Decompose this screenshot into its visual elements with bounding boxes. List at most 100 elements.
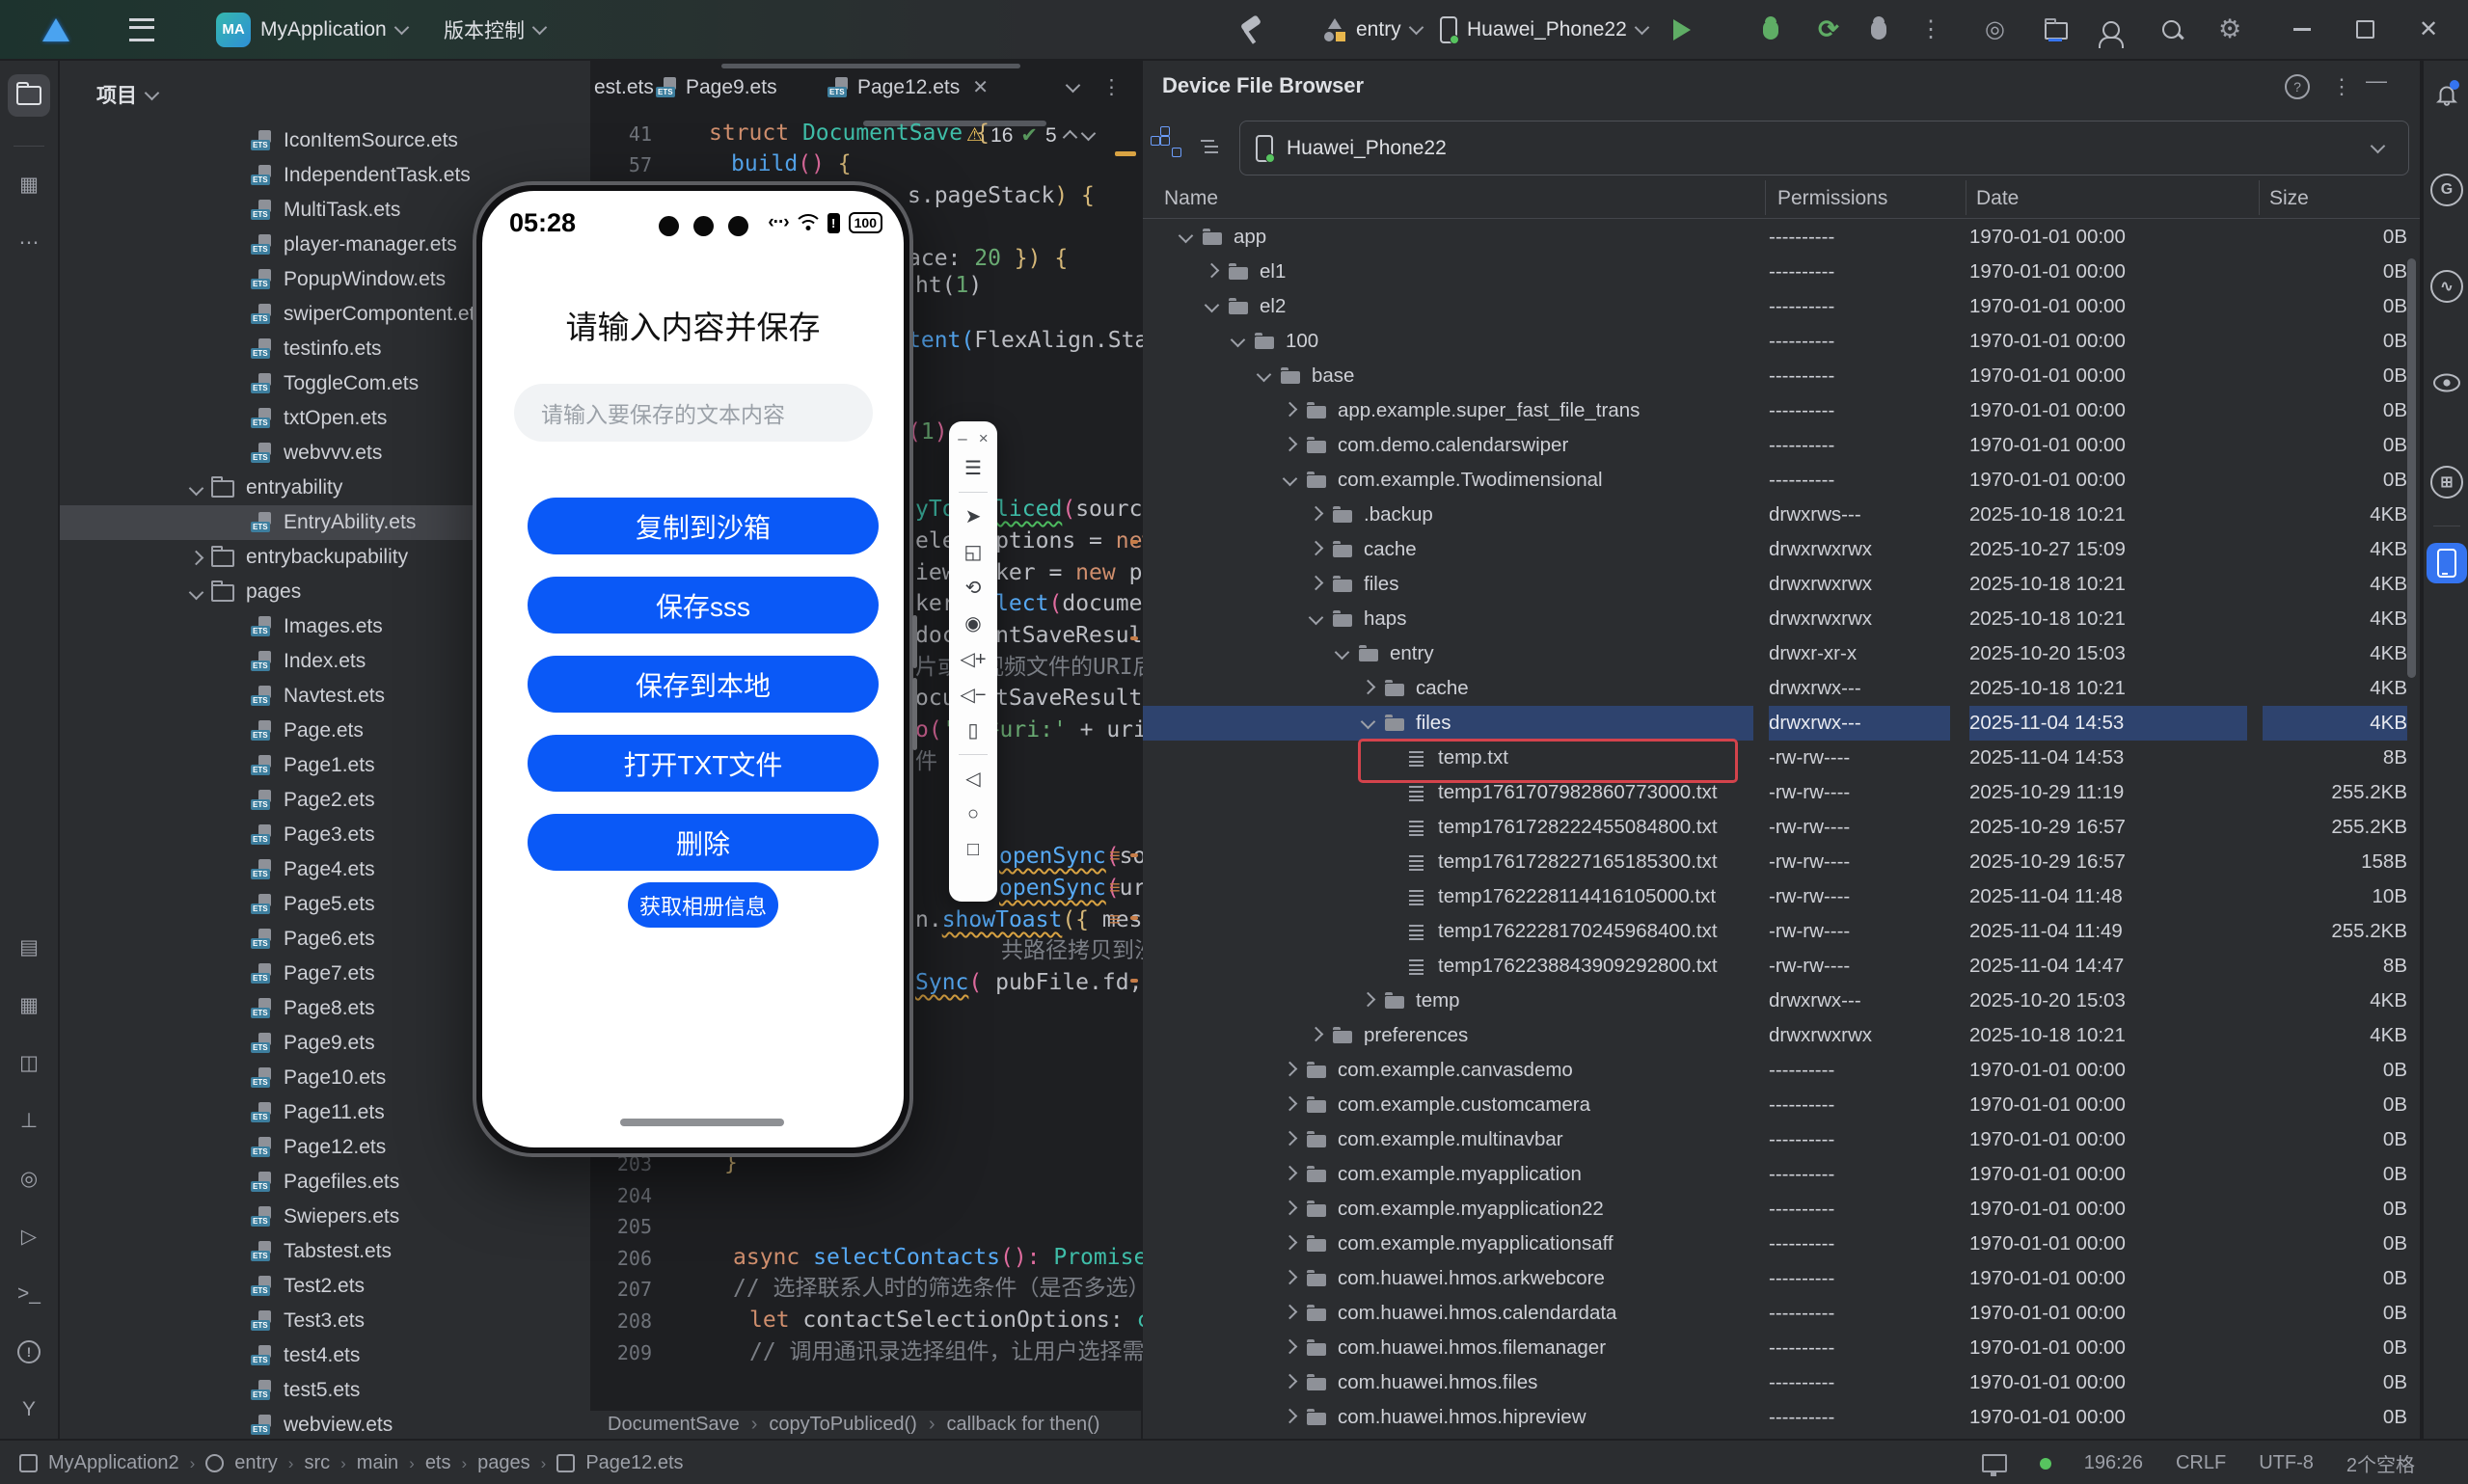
restore-window-button[interactable] — [2356, 0, 2374, 59]
annotation-icon[interactable]: ≡ — [1109, 877, 1121, 900]
status-crumb[interactable]: entry — [234, 1452, 277, 1474]
status-crumb[interactable]: ets — [425, 1452, 451, 1474]
minimize-icon[interactable]: – — [958, 429, 966, 448]
tree-file-row[interactable]: IconItemSource.ets — [60, 123, 590, 158]
dfb-folder-row[interactable]: cache drwxrwx--- 2025-10-18 10:21 4KB — [1143, 671, 2412, 706]
dfb-folder-row[interactable]: com.example.Twodimensional ---------- 1970… — [1143, 463, 2412, 498]
menu-icon[interactable]: ☰ — [964, 450, 982, 486]
code-line[interactable]: // 选择联系人时的筛选条件（是否多选） — [733, 1276, 1151, 1301]
chevron-right-icon[interactable] — [1282, 1061, 1298, 1076]
dfb-folder-row[interactable]: com.example.multinavbar ---------- 1970-01… — [1143, 1122, 2412, 1157]
hide-panel-icon[interactable]: — — [2366, 68, 2387, 94]
status-crumb[interactable]: src — [304, 1452, 330, 1474]
code-line[interactable]: n.showToast({ messa — [915, 907, 1169, 932]
chevron-right-icon[interactable] — [1308, 575, 1324, 590]
dfb-file-row[interactable]: temp1761728227165185300.txt -rw-rw---- 202… — [1143, 845, 2412, 879]
dfb-file-row[interactable]: temp1761728222455084800.txt -rw-rw---- 202… — [1143, 810, 2412, 845]
back-icon[interactable]: ◁ — [965, 761, 980, 796]
structure-tool-icon[interactable]: ▦ — [8, 163, 50, 205]
run-icon[interactable]: ▷ — [8, 1215, 50, 1257]
home-indicator[interactable] — [620, 1119, 784, 1126]
code-line[interactable]: ace: 20 }) { — [908, 246, 1068, 271]
volume-down-icon[interactable]: ◁− — [960, 677, 986, 713]
stripe-mark[interactable] — [1130, 540, 1138, 544]
packages-icon[interactable]: ◫ — [8, 1041, 50, 1084]
stripe-mark[interactable] — [1130, 979, 1138, 983]
rerun-button[interactable]: ⟳ — [1818, 0, 1839, 59]
search-everywhere-button[interactable] — [2162, 0, 2184, 59]
tree-file-row[interactable]: test5.ets — [60, 1373, 590, 1408]
chevron-right-icon[interactable] — [1204, 262, 1220, 278]
prev-problem-icon[interactable] — [1062, 129, 1077, 146]
chevron-right-icon[interactable] — [1282, 1165, 1298, 1180]
project-selector[interactable]: MA MyApplication — [216, 0, 410, 59]
debug-button[interactable] — [1763, 0, 1778, 59]
get-album-info-button[interactable]: 获取相册信息 — [628, 882, 778, 928]
dfb-folder-row[interactable]: files drwxrwxrwx 2025-10-18 10:21 4KB — [1143, 567, 2412, 602]
dfb-folder-row[interactable]: com.demo.calendarswiper ---------- 1970-01… — [1143, 428, 2412, 463]
chevron-right-icon[interactable] — [1360, 991, 1376, 1007]
close-icon[interactable]: × — [979, 429, 989, 448]
dfb-file-row[interactable]: temp1761707982860773000.txt -rw-rw---- 202… — [1143, 775, 2412, 810]
dfb-scrollbar[interactable] — [2407, 258, 2416, 678]
dfb-folder-row[interactable]: cache drwxrwxrwx 2025-10-27 15:09 4KB — [1143, 532, 2412, 567]
code-line[interactable]: tent(FlexAlign.Star — [908, 328, 1161, 353]
profile-button[interactable] — [2099, 0, 2124, 59]
tree-file-row[interactable]: webview.ets — [60, 1408, 590, 1439]
module-selector[interactable]: entry — [1323, 0, 1424, 59]
tab-close-icon[interactable]: ✕ — [972, 75, 989, 99]
inspections-widget[interactable]: ⚠ 16 ✔ 5 — [966, 123, 1096, 148]
vcs-menu-button[interactable]: 版本控制 — [444, 0, 548, 59]
dfb-folder-row[interactable]: app ---------- 1970-01-01 00:00 0B — [1143, 220, 2412, 255]
hub-icon[interactable]: ⊞ — [2428, 464, 2465, 500]
stripe-mark[interactable] — [1115, 151, 1136, 156]
dfb-folder-row[interactable]: entry drwxr-xr-x 2025-10-20 15:03 4KB — [1143, 636, 2412, 671]
project-panel-header[interactable]: 项目 — [96, 80, 160, 109]
dfb-file-row[interactable]: temp.txt -rw-rw---- 2025-11-04 14:53 8B — [1143, 741, 2412, 775]
tree-file-row[interactable]: Swiepers.ets — [60, 1200, 590, 1234]
tree-file-row[interactable]: Test3.ets — [60, 1304, 590, 1338]
tab-options-icon[interactable]: ⋮ — [1101, 61, 1122, 114]
line-ending[interactable]: CRLF — [2176, 1452, 2226, 1474]
chevron-right-icon[interactable] — [1282, 1130, 1298, 1146]
dfb-file-row[interactable]: temp1762238843909292800.txt -rw-rw---- 202… — [1143, 949, 2412, 984]
chevron-down-icon[interactable] — [1204, 297, 1220, 312]
dfb-device-selector[interactable]: Huawei_Phone22 — [1239, 121, 2409, 175]
copy-to-sandbox-button[interactable]: 复制到沙箱 — [528, 498, 879, 554]
chevron-right-icon[interactable] — [188, 550, 204, 565]
code-line[interactable]: ht(1) — [915, 273, 982, 298]
chevron-right-icon[interactable] — [1282, 1373, 1298, 1389]
next-problem-icon[interactable] — [1080, 125, 1096, 142]
breadcrumb-item[interactable]: callback for then() — [947, 1414, 1100, 1436]
delete-button[interactable]: 删除 — [528, 814, 879, 871]
device-file-browser-icon[interactable] — [2427, 543, 2467, 583]
tree-file-row[interactable]: test4.ets — [60, 1338, 590, 1373]
tab-est-ets[interactable]: est.ets — [594, 61, 654, 114]
text-input[interactable]: 请输入要保存的文本内容 — [514, 384, 873, 442]
network-icon[interactable] — [1981, 1454, 2007, 1476]
help-icon[interactable]: ? — [2285, 74, 2310, 99]
column-header-permissions[interactable]: Permissions — [1777, 187, 1887, 210]
pointer-mode-icon[interactable]: ➤ — [965, 499, 982, 534]
more-actions-button[interactable]: ⋮ — [1919, 0, 1942, 59]
dfb-folder-row[interactable]: 100 ---------- 1970-01-01 00:00 0B — [1143, 324, 2412, 359]
status-crumb[interactable]: main — [357, 1452, 398, 1474]
panel-options-icon[interactable]: ⋮ — [2331, 74, 2352, 99]
tree-file-row[interactable]: Pagefiles.ets — [60, 1165, 590, 1200]
run-button[interactable] — [1673, 0, 1691, 59]
device-locator-icon[interactable]: ◎ — [1985, 0, 2005, 59]
close-window-button[interactable]: ✕ — [2419, 0, 2438, 59]
minimize-window-button[interactable] — [2293, 0, 2311, 59]
code-line[interactable]: async selectContacts(): Promise<stri — [733, 1245, 1214, 1270]
open-txt-button[interactable]: 打开TXT文件 — [528, 735, 879, 792]
encoding[interactable]: UTF-8 — [2259, 1452, 2314, 1474]
status-crumb[interactable]: pages — [477, 1452, 530, 1474]
stripe-mark[interactable] — [1130, 636, 1138, 640]
chevron-right-icon[interactable] — [1282, 1408, 1298, 1423]
codelinter-icon[interactable]: ∿ — [2428, 268, 2465, 305]
fold-icon[interactable]: ▯ — [967, 713, 978, 748]
status-crumb[interactable]: MyApplication2 — [48, 1452, 179, 1474]
dfb-folder-row[interactable]: .backup drwxrws--- 2025-10-18 10:21 4KB — [1143, 498, 2412, 532]
dfb-folder-row[interactable]: com.example.myapplication ---------- 1970-… — [1143, 1157, 2412, 1192]
stripe-mark[interactable] — [1130, 853, 1138, 857]
